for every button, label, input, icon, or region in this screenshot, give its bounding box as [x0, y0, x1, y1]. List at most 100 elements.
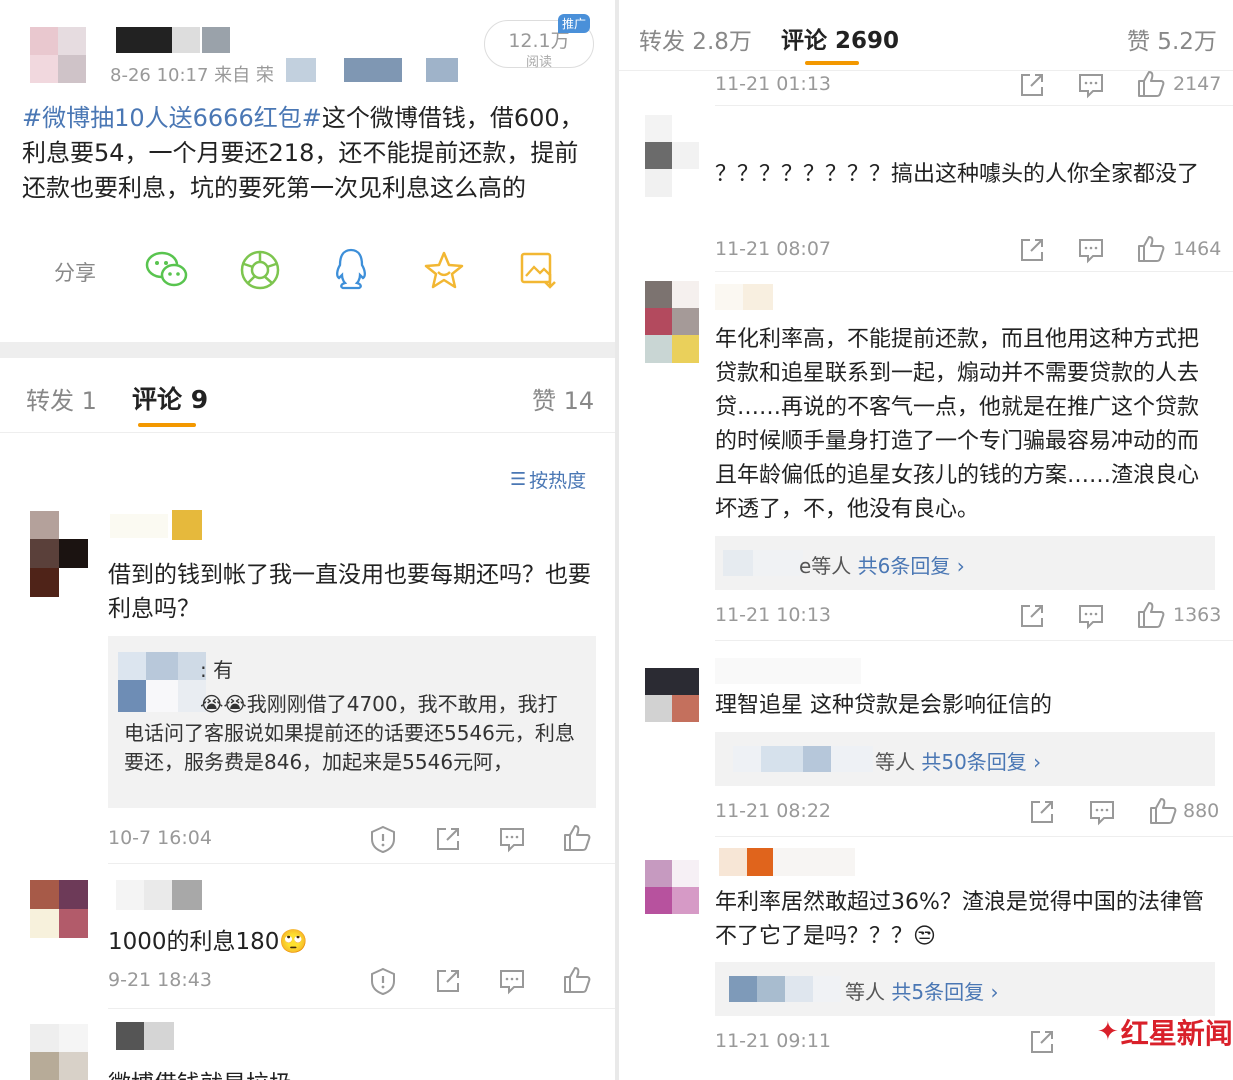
commenter-avatar[interactable] — [30, 511, 88, 597]
watermark-star-icon: ✦ — [1097, 1017, 1119, 1047]
right-screenshot: 转发 2.8万 评论 2690 赞 5.2万 11-21 01:13 2147 … — [619, 0, 1233, 1080]
forward-icon[interactable] — [1017, 70, 1047, 100]
comment-time: 11-21 01:13 — [715, 73, 832, 95]
commenter-avatar[interactable] — [30, 1024, 88, 1080]
comment-icon[interactable] — [497, 824, 527, 854]
comment-icon[interactable] — [1087, 797, 1117, 827]
commenter-avatar[interactable] — [645, 860, 699, 914]
favorite-star-icon[interactable] — [422, 248, 466, 292]
comment-icon[interactable] — [1076, 601, 1106, 631]
reply-summary[interactable]: e等人 共6条回复 › — [799, 550, 965, 579]
comment-time: 11-21 09:11 — [715, 1030, 832, 1052]
reply-count-link[interactable]: 共50条回复 › — [921, 750, 1041, 774]
reply-users: 等人 — [845, 980, 885, 1004]
watermark-logo: ✦ 红星新闻 — [1097, 1012, 1233, 1052]
comment-icon[interactable] — [1076, 235, 1106, 265]
sort-label: 按热度 — [529, 470, 587, 492]
like-count: 880 — [1183, 800, 1220, 822]
tab-comment[interactable]: 评论 9 — [132, 380, 208, 416]
tab-separator — [0, 432, 615, 433]
forward-icon[interactable] — [433, 824, 463, 854]
promo-badge: 推广 — [558, 14, 591, 33]
reply-count-link[interactable]: 共5条回复 › — [891, 980, 998, 1004]
commenter-name[interactable] — [719, 848, 855, 876]
post-text: #微博抽10人送6666红包#这个微博借钱，借600，利息要54，一个月要还21… — [22, 101, 592, 206]
comment-time: 11-21 08:07 — [715, 238, 832, 260]
tab-forward[interactable]: 转发 1 — [26, 381, 97, 416]
commenter-avatar[interactable] — [645, 668, 699, 722]
post-time-source: 8-26 10:17 来自 荣 — [110, 65, 274, 86]
like-count: 1464 — [1173, 238, 1222, 260]
comment-separator — [715, 836, 1233, 837]
tab-comment[interactable]: 评论 2690 — [781, 21, 899, 55]
comment-time: 9-21 18:43 — [108, 969, 212, 991]
tab-comment-underline — [805, 61, 859, 65]
forward-icon[interactable] — [1017, 601, 1047, 631]
sort-icon: ☰ — [510, 469, 527, 490]
like-icon[interactable] — [561, 822, 593, 854]
comment-separator — [715, 271, 1233, 272]
comment-separator — [715, 640, 1233, 641]
hashtag-link[interactable]: #微博抽10人送6666红包# — [22, 104, 322, 132]
post-author-name[interactable] — [116, 27, 230, 53]
section-divider — [0, 342, 615, 358]
reply-line-2: 😭😭我刚刚借了4700，我不敢用，我打电话问了客服说如果提前还的话要还5546元… — [124, 692, 575, 774]
wechat-icon[interactable] — [144, 248, 190, 292]
commenter-avatar[interactable] — [30, 880, 88, 938]
reply-count-link[interactable]: 共6条回复 › — [858, 554, 965, 578]
commenter-name[interactable] — [110, 510, 202, 540]
comment-text: 借到的钱到帐了我一直没用也要每期还吗？也要利息吗？ — [108, 562, 591, 622]
moments-icon[interactable] — [238, 248, 282, 292]
report-icon[interactable] — [368, 966, 398, 996]
comment-text: 理智追星 这种贷款是会影响征信的 — [715, 693, 1052, 718]
left-screenshot: 8-26 10:17 来自 荣 12.1万 阅读 推广 #微博抽10人送6666… — [0, 0, 615, 1080]
comment-time: 10-7 16:04 — [108, 827, 212, 849]
like-count: 2147 — [1173, 73, 1222, 95]
commenter-name[interactable] — [116, 880, 202, 910]
tab-like[interactable]: 赞 14 — [532, 381, 594, 416]
watermark-text: 红星新闻 — [1120, 1017, 1233, 1050]
like-icon[interactable] — [1135, 68, 1167, 100]
share-label: 分享 — [54, 261, 96, 285]
like-icon[interactable] — [1147, 795, 1179, 827]
comment-text: 年利率居然敢超过36%？渣浪是觉得中国的法律管不了它了是吗？？？😒 — [715, 890, 1204, 949]
comment-icon[interactable] — [497, 966, 527, 996]
tab-like[interactable]: 赞 5.2万 — [1127, 22, 1217, 56]
post-author-avatar[interactable] — [30, 27, 86, 83]
like-icon[interactable] — [1135, 599, 1167, 631]
comment-separator — [715, 105, 1233, 106]
save-image-icon[interactable] — [516, 248, 560, 292]
commenter-name[interactable] — [715, 284, 773, 310]
tab-forward[interactable]: 转发 2.8万 — [639, 22, 752, 56]
commenter-name[interactable] — [715, 658, 861, 684]
tab-comment-underline — [138, 423, 196, 427]
read-count-label: 阅读 — [525, 55, 552, 70]
reply-line-1: : 有 — [200, 658, 234, 682]
comment-separator — [108, 863, 615, 864]
comment-time: 11-21 10:13 — [715, 604, 832, 626]
forward-icon[interactable] — [1027, 797, 1057, 827]
post-source-blur — [286, 58, 458, 82]
reply-user-blur — [733, 746, 873, 772]
reply-users: e等人 — [799, 554, 852, 578]
commenter-name[interactable] — [116, 1022, 174, 1050]
comment-separator — [108, 1008, 615, 1009]
qq-icon[interactable] — [330, 246, 372, 292]
sort-button[interactable]: ☰ 按热度 — [510, 466, 586, 493]
forward-icon[interactable] — [1027, 1027, 1057, 1057]
commenter-avatar[interactable] — [645, 115, 699, 197]
like-count: 1363 — [1173, 604, 1222, 626]
forward-icon[interactable] — [1017, 235, 1047, 265]
comment-time: 11-21 08:22 — [715, 800, 832, 822]
forward-icon[interactable] — [433, 966, 463, 996]
like-icon[interactable] — [561, 964, 593, 996]
comment-text: 1000的利息180🙄 — [108, 929, 309, 955]
comment-text: 年化利率高，不能提前还款，而且他用这种方式把贷款和追星联系到一起，煽动并不需要贷… — [715, 327, 1200, 522]
comment-icon[interactable] — [1076, 70, 1106, 100]
like-icon[interactable] — [1135, 233, 1167, 265]
reply-summary[interactable]: 等人 共5条回复 › — [845, 976, 998, 1005]
report-icon[interactable] — [368, 824, 398, 854]
reply-users: 等人 — [875, 750, 915, 774]
reply-summary[interactable]: 等人 共50条回复 › — [875, 746, 1041, 775]
commenter-avatar[interactable] — [645, 281, 699, 363]
